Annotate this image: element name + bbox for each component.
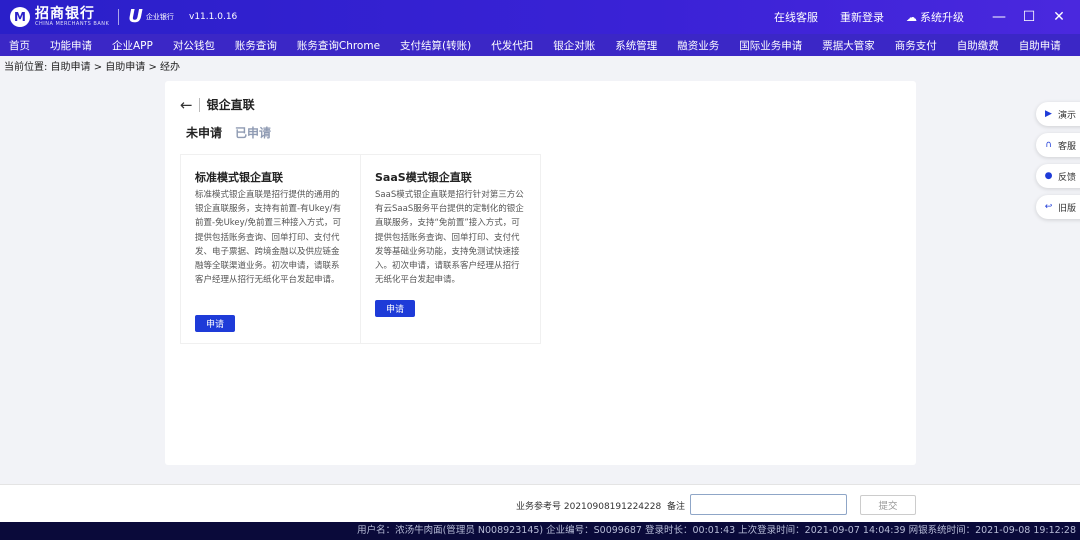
product-title: 标准模式银企直联: [195, 171, 283, 184]
system-upgrade-label: 系统升级: [920, 11, 964, 24]
minimize-icon[interactable]: —: [990, 9, 1008, 25]
submit-bar: 业务参考号 20210908191224228 备注 提交: [0, 484, 1080, 522]
menu-self-payment[interactable]: 自助缴费: [957, 38, 999, 53]
remark-label: 备注: [667, 502, 686, 512]
bank-name: 招商银行: [35, 5, 95, 22]
corporate-bank-icon: U: [128, 6, 143, 27]
apply-status-tabs: 未申请 已申请: [186, 124, 271, 141]
return-icon: ↩: [1044, 202, 1053, 212]
page-title: 银企直联: [206, 98, 255, 112]
remark-input[interactable]: [690, 494, 847, 515]
tab-not-applied[interactable]: 未申请: [186, 124, 222, 141]
main-menu: 首页 功能申请 企业APP 对公钱包 账务查询 账务查询Chrome 支付结算(…: [0, 34, 1080, 56]
cloud-upload-icon: ☁: [906, 10, 917, 24]
side-demo-button[interactable]: ▶ 演示: [1036, 102, 1080, 126]
apply-button-saas[interactable]: 申请: [375, 300, 415, 317]
menu-account-query-chrome[interactable]: 账务查询Chrome: [297, 38, 380, 53]
corporate-bank-logo: U 企业银行: [128, 6, 174, 27]
maximize-icon[interactable]: ☐: [1020, 9, 1038, 25]
tab-applied[interactable]: 已申请: [235, 124, 271, 141]
bank-name-en: CHINA MERCHANTS BANK: [35, 20, 110, 27]
relogin-link[interactable]: 重新登录: [840, 9, 884, 25]
play-icon: ▶: [1045, 109, 1052, 119]
menu-payroll[interactable]: 代发代扣: [491, 38, 533, 53]
product-description: SaaS模式银企直联是招行针对第三方公有云SaaS服务平台提供的定制化的银企直联…: [375, 190, 524, 286]
online-service-link[interactable]: 在线客服: [774, 9, 818, 25]
menu-function-apply[interactable]: 功能申请: [50, 38, 92, 53]
menu-home[interactable]: 首页: [9, 38, 30, 53]
headset-icon: ∩: [1045, 140, 1052, 150]
apply-button-standard[interactable]: 申请: [195, 315, 235, 332]
submit-button[interactable]: 提交: [860, 495, 916, 515]
title-bar: M 招商银行 CHINA MERCHANTS BANK U 企业银行 v11.1…: [0, 0, 1080, 34]
menu-corporate-wallet[interactable]: 对公钱包: [173, 38, 215, 53]
side-old-version-button[interactable]: ↩ 旧版: [1036, 195, 1080, 219]
page-header: ← 银企直联: [180, 96, 255, 113]
menu-bill-manager[interactable]: 票据大管家: [822, 38, 875, 53]
side-service-label: 客服: [1058, 141, 1077, 152]
product-description: 标准模式银企直联是招行提供的通用的银企直联服务，支持有前置-有Ukey/有前置-…: [195, 190, 342, 286]
logo-divider: [118, 9, 120, 25]
breadcrumb: 当前位置: 自助申请 > 自助申请 > 经办: [4, 62, 181, 73]
menu-international[interactable]: 国际业务申请: [739, 38, 802, 53]
side-feedback-label: 反馈: [1058, 172, 1077, 183]
close-icon[interactable]: ✕: [1050, 9, 1068, 25]
menu-financing[interactable]: 融资业务: [677, 38, 719, 53]
menu-payment-transfer[interactable]: 支付结算(转账): [400, 38, 471, 53]
product-title: SaaS模式银企直联: [375, 171, 472, 184]
corporate-bank-label: 企业银行: [145, 13, 174, 21]
menu-bank-reconciliation[interactable]: 银企对账: [553, 38, 595, 53]
side-feedback-button[interactable]: ● 反馈: [1036, 164, 1080, 188]
product-card-saas: SaaS模式银企直联 SaaS模式银企直联是招行针对第三方公有云SaaS服务平台…: [360, 154, 541, 344]
cmb-logo-icon: M: [10, 7, 30, 27]
business-reference-number: 业务参考号 20210908191224228: [516, 502, 662, 512]
product-card-standard: 标准模式银企直联 标准模式银企直联是招行提供的通用的银企直联服务，支持有前置-有…: [180, 154, 361, 344]
app-version: v11.1.0.16: [189, 12, 238, 22]
status-bar: 用户名：浓汤牛肉面(管理员 N008923145) 企业编号：S0099687 …: [0, 522, 1080, 540]
bank-logo: M 招商银行 CHINA MERCHANTS BANK U 企业银行: [10, 7, 174, 27]
side-old-version-label: 旧版: [1058, 203, 1077, 214]
menu-system-management[interactable]: 系统管理: [615, 38, 657, 53]
main-panel: ← 银企直联 未申请 已申请 标准模式银企直联 标准模式银企直联是招行提供的通用…: [165, 81, 916, 465]
system-upgrade-link[interactable]: ☁ 系统升级: [906, 9, 964, 25]
feedback-icon: ●: [1044, 171, 1053, 181]
side-demo-label: 演示: [1058, 110, 1077, 121]
side-service-button[interactable]: ∩ 客服: [1036, 133, 1080, 157]
back-arrow-icon[interactable]: ←: [180, 97, 193, 112]
menu-business-payment[interactable]: 商务支付: [895, 38, 937, 53]
menu-self-apply[interactable]: 自助申请: [1019, 38, 1061, 53]
menu-account-query[interactable]: 账务查询: [235, 38, 277, 53]
header-divider: [198, 97, 200, 112]
menu-enterprise-app[interactable]: 企业APP: [112, 38, 153, 53]
